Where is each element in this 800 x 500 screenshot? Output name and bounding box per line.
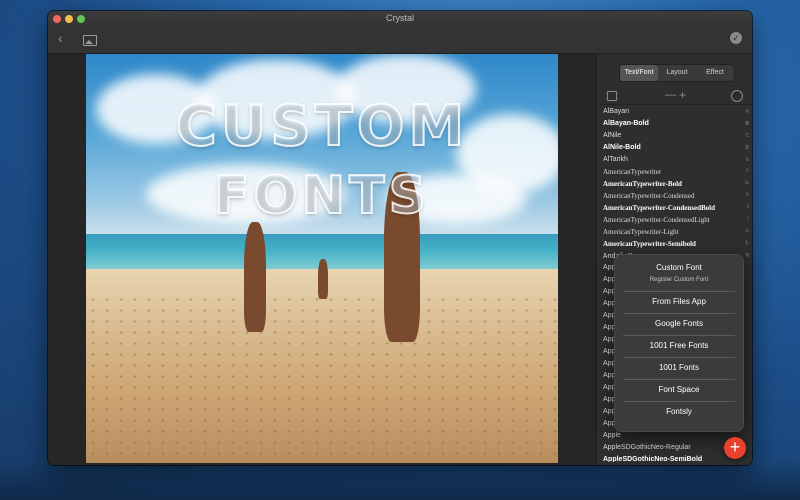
font-name: AmericanTypewriter-Bold	[603, 180, 682, 188]
font-name: AlNile-Bold	[603, 144, 641, 151]
tab-effect[interactable]: Effect	[696, 65, 734, 81]
font-name: AppleSDGothicNeo-Regular	[603, 444, 691, 451]
1001-fonts-button[interactable]: 1001 Fonts	[623, 357, 735, 378]
section-index-letter[interactable]: C	[745, 130, 749, 142]
font-name: AmericanTypewriter-Semibold	[603, 240, 696, 248]
font-name: AmericanTypewriter-CondensedBold	[603, 204, 715, 212]
popup-subtitle: Register Custom Font	[649, 277, 709, 283]
font-name: AppleSDGothicNeo-SemiBold	[603, 456, 703, 462]
canvas-area: CUSTOM FONTS	[48, 54, 596, 465]
font-list-item[interactable]: AlBayan A	[597, 106, 752, 118]
section-index-letter[interactable]: L	[746, 238, 749, 250]
section-index-letter[interactable]: I	[747, 202, 749, 214]
text-line-custom[interactable]: CUSTOM	[86, 93, 558, 160]
section-index-letter[interactable]: G	[745, 178, 749, 190]
font-name: AmericanTypewriter-Condensed	[603, 192, 695, 200]
edit-icon[interactable]	[607, 91, 617, 101]
font-list-item[interactable]: AlNile-Bold D	[597, 142, 752, 154]
desktop-background	[0, 460, 800, 500]
title-bar: Crystal	[48, 11, 752, 28]
font-list-item[interactable]: AlTarikh E	[597, 154, 752, 166]
tab-text-font[interactable]: Text/Font	[620, 65, 658, 81]
font-list-item[interactable]: AmericanTypewriter F	[597, 166, 752, 178]
section-index-letter[interactable]: H	[745, 190, 749, 202]
font-name: AmericanTypewriter-Light	[603, 228, 679, 236]
font-name: AlBayan-Bold	[603, 120, 649, 127]
tab-bar: Text/Font Layout Effect	[619, 64, 735, 82]
section-index-letter[interactable]: J	[747, 214, 749, 226]
font-name: AmericanTypewriter	[603, 168, 662, 176]
google-fonts-button[interactable]: Google Fonts	[623, 313, 735, 334]
section-index-letter[interactable]: E	[746, 154, 749, 166]
font-space-button[interactable]: Font Space	[623, 379, 735, 400]
beach-photo[interactable]: CUSTOM FONTS	[86, 54, 558, 463]
section-index-letter[interactable]: K	[745, 226, 749, 238]
font-name: AlNile	[603, 132, 622, 139]
fontsly-button[interactable]: Fontsly	[623, 401, 735, 422]
font-list-item[interactable]: AmericanTypewriter-Bold G	[597, 178, 752, 190]
section-index-letter[interactable]: B	[745, 118, 749, 130]
text-line-fonts[interactable]: FONTS	[86, 165, 558, 227]
font-list-item[interactable]: AmericanTypewriter-Semibold L	[597, 238, 752, 250]
section-index-letter[interactable]: D	[745, 142, 749, 154]
section-index-letter[interactable]: F	[746, 166, 749, 178]
font-name: AlBayan	[603, 108, 630, 115]
1001-free-fonts-button[interactable]: 1001 Free Fonts	[623, 335, 735, 356]
checkmark-icon[interactable]: ✓	[730, 32, 742, 44]
person-left	[244, 222, 266, 332]
font-name: Apple	[603, 432, 621, 439]
font-name: AlTarikh	[603, 156, 628, 163]
panel-tools: — +	[597, 88, 752, 105]
section-index-letter[interactable]: A	[746, 106, 749, 118]
font-list-item[interactable]: AmericanTypewriter-Condensed H	[597, 190, 752, 202]
font-list-item[interactable]: AlBayan-Bold B	[597, 118, 752, 130]
history-icon[interactable]	[731, 90, 743, 102]
font-list-item[interactable]: AlNile C	[597, 130, 752, 142]
add-font-button[interactable]: +	[724, 437, 746, 459]
font-name: AmericanTypewriter-CondensedLight	[603, 216, 710, 224]
window-title: Crystal	[385, 13, 414, 23]
font-list-item[interactable]: AmericanTypewriter-Light K	[597, 226, 752, 238]
section-index-letter[interactable]: M	[746, 250, 749, 262]
chevron-left-icon[interactable]: ‹	[58, 30, 63, 46]
font-list-item[interactable]: AmericanTypewriter-CondensedLight J	[597, 214, 752, 226]
plus-icon[interactable]: +	[679, 88, 686, 102]
custom-font-popup: Custom Font Register Custom Font From Fi…	[614, 254, 744, 432]
photo-icon[interactable]	[83, 35, 97, 46]
font-list-item[interactable]: AmericanTypewriter-CondensedBold I	[597, 202, 752, 214]
from-files-app-button[interactable]: From Files App	[623, 291, 735, 312]
person-distant	[318, 259, 328, 299]
minus-icon[interactable]: —	[665, 89, 676, 101]
tab-layout[interactable]: Layout	[658, 65, 696, 81]
popup-title: Custom Font	[656, 263, 702, 272]
toolbar: ‹ ✓	[48, 27, 752, 54]
sand-texture	[86, 294, 558, 463]
